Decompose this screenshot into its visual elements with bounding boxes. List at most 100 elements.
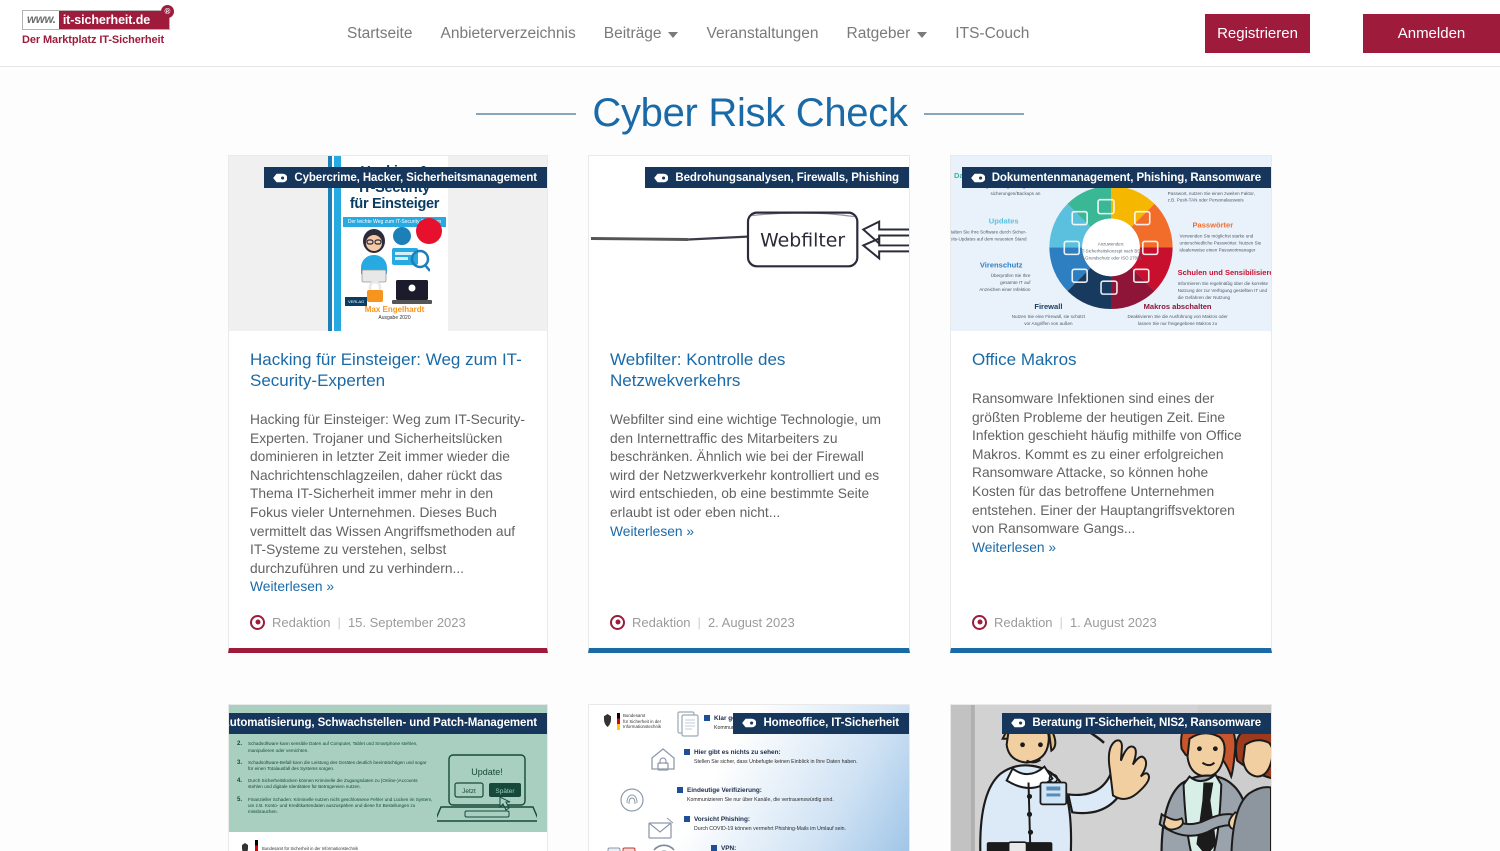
author-icon (972, 614, 987, 630)
svg-text:Schulen und Sensibilisieren: Schulen und Sensibilisieren (1178, 268, 1271, 277)
card-tag-label: Cybercrime, Hacker, Sicherheitsmanagemen… (294, 171, 537, 184)
card-media: Beratung IT-Sicherheit, NIS2, Ransomware (951, 704, 1271, 851)
card-body: Hacking für Einsteiger: Weg zum IT-Secur… (229, 331, 547, 648)
point-desc: Stellen Sie sicher, dass Unbefugte keine… (694, 758, 858, 765)
bsi-point: Eindeutige Verifizierung: Kommunizieren … (677, 787, 834, 803)
bullet-square-icon (711, 845, 717, 851)
svg-text:Updates: Updates (989, 217, 1019, 226)
vpn-devices-icon (607, 847, 636, 851)
card-meta: Redaktion | 15. September 2023 (250, 597, 526, 648)
chevron-down-icon (917, 31, 928, 38)
svg-text:sicherungen/Backups an: sicherungen/Backups an (990, 191, 1040, 196)
nav-item-beitraege[interactable]: Beiträge (590, 25, 693, 43)
read-more-link[interactable]: Weiterlesen » (250, 578, 526, 597)
card-tag-badge[interactable]: Beratung IT-Sicherheit, NIS2, Ransomware (1002, 712, 1271, 734)
article-card[interactable]: 1. Nicht aktualisierte Software macht es… (228, 703, 548, 851)
point-heading-text: Hier gibt es nichts zu sehen: (694, 748, 781, 756)
article-card[interactable]: Beratung IT-Sicherheit, NIS2, Ransomware (950, 703, 1272, 851)
card-tag-label: Bedrohungsanalysen, Firewalls, Phishing (675, 171, 899, 184)
svg-text:heits-Updates auf dem neuesten: heits-Updates auf dem neuesten Stand (951, 236, 1027, 241)
nav-item-ratgeber[interactable]: Ratgeber (833, 25, 942, 43)
tag-icon (970, 173, 985, 182)
svg-text:gesamte IT auf: gesamte IT auf (1000, 280, 1031, 285)
nav-item-its-couch[interactable]: ITS-Couch (941, 25, 1043, 43)
read-more-link[interactable]: Weiterlesen » (972, 539, 1250, 558)
tag-icon (654, 173, 669, 182)
card-tag-badge[interactable]: Automatisierung, Schwachstellen- und Pat… (229, 712, 547, 734)
author-icon (610, 614, 625, 630)
tag-icon (742, 719, 757, 728)
card-tag-badge[interactable]: Homeoffice, IT-Sicherheit (733, 712, 909, 734)
svg-text:Verwenden Sie möglichst starke: Verwenden Sie möglichst starke und (1180, 233, 1254, 238)
nav-label: ITS-Couch (955, 24, 1030, 42)
author-icon (250, 614, 265, 630)
svg-text:Passwort, nutzen Sie einen zwe: Passwort, nutzen Sie einen zweiten Fakto… (1168, 191, 1255, 196)
list-text: Schadsoftware kann sensible Daten auf Co… (248, 741, 418, 753)
svg-text:IT-Sicherheitskonzept nach BSI: IT-Sicherheitskonzept nach BSI (1081, 248, 1142, 253)
card-title[interactable]: Office Makros (972, 349, 1250, 370)
card-media: Bundesamt für Sicherheit in der Informat… (589, 704, 909, 851)
document-icon (677, 711, 699, 737)
register-button[interactable]: Registrieren (1205, 14, 1310, 53)
point-desc: Durch COVID-19 können vermehrt Phishing-… (694, 825, 846, 832)
read-more-link[interactable]: Weiterlesen » (610, 523, 888, 542)
nav-item-startseite[interactable]: Startseite (347, 25, 426, 43)
bullet-square-icon (677, 787, 683, 794)
svg-text:IT-Grundschutz oder ISO 27001: IT-Grundschutz oder ISO 27001 (1080, 255, 1142, 260)
meta-separator: | (337, 614, 341, 630)
svg-text:Nutzen Sie eine Firewall, sie: Nutzen Sie eine Firewall, sie schützt (1012, 314, 1086, 319)
card-meta: Redaktion | 1. August 2023 (972, 597, 1250, 648)
title-rule-right (923, 112, 1024, 115)
page-title: Cyber Risk Check (592, 91, 908, 135)
card-excerpt: Ransomware Infektionen sind eines der gr… (972, 391, 1242, 537)
article-card[interactable]: Anzuwenden: IT-Sicherheitskonzept nach B… (950, 155, 1272, 653)
card-body: Office Makros Ransomware Infektionen sin… (951, 331, 1271, 648)
logo-www-text: www. (23, 11, 59, 29)
login-button[interactable]: Anmelden (1363, 14, 1500, 53)
card-date: 15. September 2023 (347, 614, 466, 630)
bsi-point: Vorsicht Phishing: Durch COVID-19 können… (684, 816, 846, 832)
article-card[interactable]: Webfilter Bedrohungsanalysen, Firewalls,… (588, 155, 910, 653)
card-author: Redaktion (994, 614, 1053, 630)
nav-item-veranstaltungen[interactable]: Veranstaltungen (692, 25, 832, 43)
article-card[interactable]: Bundesamt für Sicherheit in der Informat… (588, 703, 910, 851)
point-heading-text: Eindeutige Verifizierung: (687, 786, 762, 794)
svg-text:Anzuwenden:: Anzuwenden: (1098, 241, 1124, 246)
bsi-point: Hier gibt es nichts zu sehen: Stellen Si… (684, 749, 858, 765)
tag-icon (1011, 719, 1026, 728)
point-desc: Kommunizieren Sie nur über Kanäle, die v… (687, 796, 834, 803)
svg-text:idealerweise einen Passwortman: idealerweise einen Passwortmanager (1180, 247, 1256, 252)
svg-text:Webfilter: Webfilter (760, 229, 845, 251)
svg-text:Nutzung der zur Verfügung gest: Nutzung der zur Verfügung gestellten IT … (1178, 288, 1268, 293)
nav-item-anbieterverzeichnis[interactable]: Anbieterverzeichnis (426, 25, 589, 43)
article-card[interactable]: Hacking & IT-Security für Einsteiger Der… (228, 155, 548, 653)
svg-text:z.B. Push-TAN oder Personalaus: z.B. Push-TAN oder Personalausweis (1168, 198, 1245, 203)
registered-mark-icon: ® (161, 5, 174, 18)
bundesadler-icon (604, 713, 611, 727)
card-tag-badge[interactable]: Cybercrime, Hacker, Sicherheitsmanagemen… (264, 167, 547, 188)
site-logo[interactable]: www. it-sicherheit.de ® Der Marktplatz I… (22, 5, 174, 46)
bsi-org-name: Bundesamt für Sicherheit in der Informat… (623, 712, 662, 730)
svg-text:Halten Sie Ihre Software durch: Halten Sie Ihre Software durch Sicher- (951, 230, 1027, 235)
logo-tagline: Der Marktplatz IT-Sicherheit (22, 34, 165, 46)
chevron-down-icon (668, 31, 679, 38)
card-media: Webfilter Bedrohungsanalysen, Firewalls,… (589, 156, 909, 331)
card-tag-badge[interactable]: Dokumentenmanagement, Phishing, Ransomwa… (961, 167, 1271, 188)
card-tag-badge[interactable]: Bedrohungsanalysen, Firewalls, Phishing (645, 167, 909, 188)
svg-text:Firewall: Firewall (1034, 302, 1062, 311)
card-excerpt: Webfilter sind eine wichtige Technologie… (610, 412, 881, 520)
book-edition: Ausgabe 2020 (378, 315, 411, 321)
article-card-grid: Hacking & IT-Security für Einsteiger Der… (228, 155, 1272, 851)
list-item: 5. Finanzieller Schaden: Kriminelle nutz… (237, 797, 433, 816)
meta-separator: | (697, 614, 701, 630)
svg-text:unterschiedliche Passwörter. N: unterschiedliche Passwörter. Nutzen Sie (1180, 240, 1262, 245)
list-item: 2. Schadsoftware kann sensible Daten auf… (237, 741, 433, 753)
book-author: Max Engelhardt (364, 305, 425, 314)
card-title[interactable]: Hacking für Einsteiger: Weg zum IT-Secur… (250, 349, 526, 391)
card-tag-label: Homeoffice, IT-Sicherheit (763, 717, 899, 730)
list-number: 4. (237, 778, 243, 785)
card-title[interactable]: Webfilter: Kontrolle des Netzwekverkehrs (610, 349, 888, 391)
card-author: Redaktion (632, 614, 691, 630)
nav-label: Anbieterverzeichnis (440, 24, 576, 42)
title-rule-left (476, 112, 577, 115)
